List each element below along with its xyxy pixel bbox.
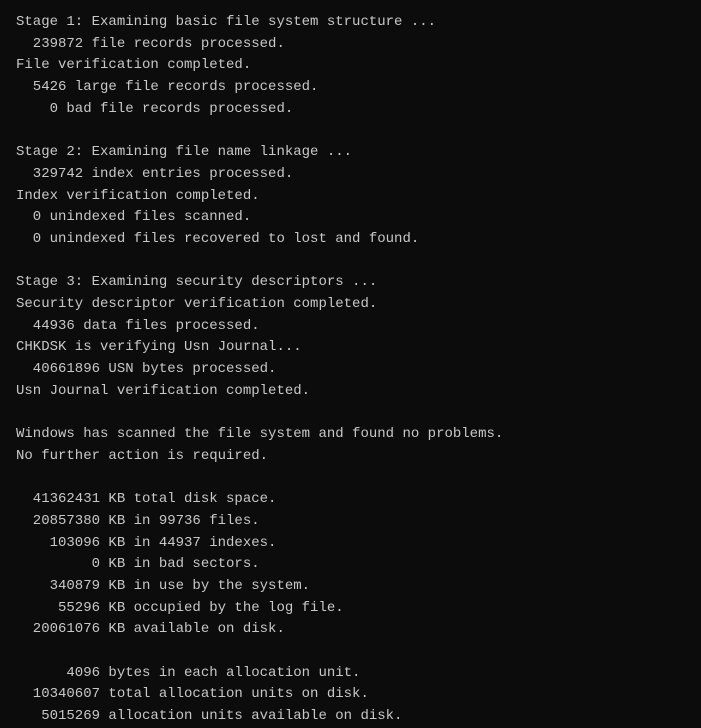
terminal-line: Stage 3: Examining security descriptors …	[16, 272, 685, 294]
terminal-line: 329742 index entries processed.	[16, 164, 685, 186]
terminal-line: 0 bad file records processed.	[16, 99, 685, 121]
terminal-line: File verification completed.	[16, 55, 685, 77]
terminal-line: 0 KB in bad sectors.	[16, 554, 685, 576]
terminal-line: Security descriptor verification complet…	[16, 294, 685, 316]
terminal-line: 0 unindexed files recovered to lost and …	[16, 229, 685, 251]
terminal-line	[16, 251, 685, 273]
terminal-line: 40661896 USN bytes processed.	[16, 359, 685, 381]
terminal-line: 340879 KB in use by the system.	[16, 576, 685, 598]
terminal-line: Windows has scanned the file system and …	[16, 424, 685, 446]
terminal-line: 239872 file records processed.	[16, 34, 685, 56]
terminal-line: Stage 1: Examining basic file system str…	[16, 12, 685, 34]
terminal-line: 41362431 KB total disk space.	[16, 489, 685, 511]
terminal-line: 4096 bytes in each allocation unit.	[16, 663, 685, 685]
terminal-line: No further action is required.	[16, 446, 685, 468]
terminal-line	[16, 641, 685, 663]
terminal-line: 10340607 total allocation units on disk.	[16, 684, 685, 706]
terminal-line: Index verification completed.	[16, 186, 685, 208]
terminal-line: Usn Journal verification completed.	[16, 381, 685, 403]
terminal-line: 20857380 KB in 99736 files.	[16, 511, 685, 533]
terminal-line: 55296 KB occupied by the log file.	[16, 598, 685, 620]
terminal-line: 20061076 KB available on disk.	[16, 619, 685, 641]
terminal-line	[16, 120, 685, 142]
terminal-line: 103096 KB in 44937 indexes.	[16, 533, 685, 555]
terminal-line: 5426 large file records processed.	[16, 77, 685, 99]
terminal-line: CHKDSK is verifying Usn Journal...	[16, 337, 685, 359]
terminal-line	[16, 402, 685, 424]
terminal-output: Stage 1: Examining basic file system str…	[16, 12, 685, 728]
terminal-line: 44936 data files processed.	[16, 316, 685, 338]
terminal-line: 5015269 allocation units available on di…	[16, 706, 685, 728]
terminal-line	[16, 467, 685, 489]
terminal-line: 0 unindexed files scanned.	[16, 207, 685, 229]
terminal-line: Stage 2: Examining file name linkage ...	[16, 142, 685, 164]
